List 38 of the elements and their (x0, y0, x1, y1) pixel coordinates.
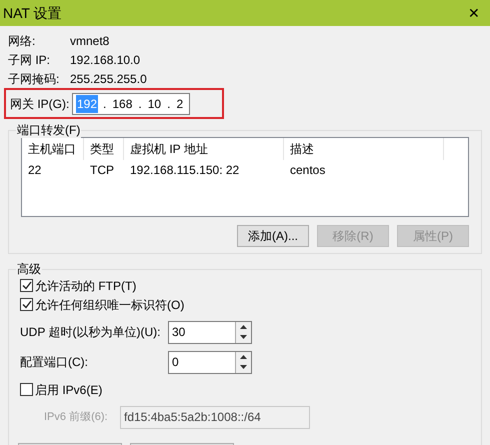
spinner-field[interactable]: 0 (168, 350, 252, 374)
field-label: 网关 IP(G): (10, 96, 70, 112)
ip-octet[interactable]: 168 (111, 94, 134, 112)
field-value: vmnet8 (70, 32, 110, 50)
field-value: 192.168.10.0 (70, 52, 140, 68)
checkbox-option[interactable]: 允许活动的 FTP(T) (20, 276, 470, 295)
table-cell-text: centos (289, 162, 326, 178)
ip-address-field[interactable]: 192 . 168 . 10 . 2 (72, 92, 190, 114)
table-cell-text: 22 (27, 162, 42, 178)
checkbox-option[interactable]: 启用 IPv6(E) (20, 380, 470, 399)
group-title: 端口转发(F) (16, 122, 82, 138)
spinner-field[interactable]: 30 (168, 320, 252, 344)
dot-separator: . (138, 96, 142, 112)
field-label: 子网掩码: (8, 70, 60, 88)
dot-separator: . (103, 96, 106, 112)
field-label: 网络: (8, 32, 36, 50)
checkbox[interactable] (20, 298, 33, 311)
ip-octet[interactable]: 2 (175, 94, 184, 112)
table-cell-text: TCP (89, 162, 115, 178)
column-header[interactable]: 描述 (284, 138, 444, 160)
group-title: 高级 (16, 261, 42, 277)
checkbox-option[interactable]: 允许任何组织唯一标识符(O) (20, 295, 470, 314)
table-cell-text: 192.168.115.150: 22 (129, 162, 240, 178)
column-header[interactable]: 虚拟机 IP 地址 (124, 138, 284, 160)
checkbox[interactable] (20, 279, 33, 292)
column-header[interactable]: 类型 (84, 138, 124, 160)
dot-separator: . (167, 96, 170, 112)
field-value: 255.255.255.0 (70, 70, 147, 88)
field-label: UDP 超时(以秒为单位)(U): (20, 324, 162, 341)
field-label: IPv6 前缀(6): (44, 410, 109, 425)
field-label: 子网 IP: (8, 52, 52, 68)
checkbox[interactable] (20, 383, 33, 396)
action-button[interactable]: 添加(A)... (237, 225, 309, 247)
column-header[interactable]: 主机端口 (22, 138, 84, 160)
close-button[interactable]: ✕ (468, 6, 480, 20)
window-title: NAT 设置 (3, 4, 62, 22)
field-label: 配置端口(C): (20, 354, 89, 371)
ip-octet[interactable]: 10 (146, 94, 162, 112)
